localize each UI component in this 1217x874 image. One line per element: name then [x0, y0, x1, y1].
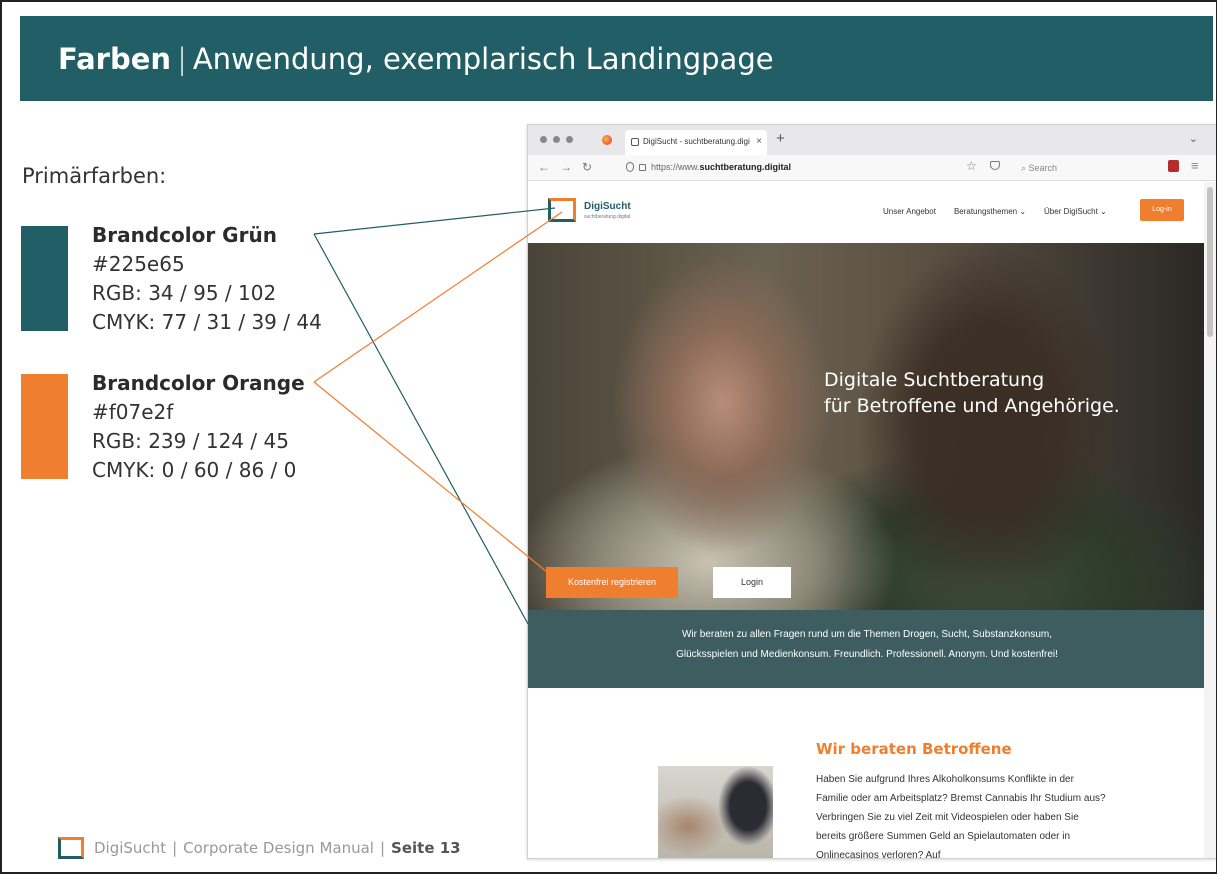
green-line-to-banner: [313, 233, 529, 625]
digisucht-logo-icon: [58, 837, 84, 859]
digisucht-logo-icon[interactable]: [548, 198, 576, 222]
shield-icon: [626, 162, 634, 172]
pocket-icon[interactable]: [990, 161, 1000, 170]
search-placeholder: Search: [1028, 163, 1058, 173]
footer-page-number: Seite 13: [391, 839, 461, 857]
color-rgb: RGB: 239 / 124 / 45: [92, 429, 289, 453]
site-nav: Unser Angebot Beratungsthemen ⌄ Über Dig…: [883, 207, 1107, 216]
header-separator: |: [177, 41, 187, 76]
scrollbar-thumb[interactable]: [1207, 187, 1213, 337]
hamburger-menu-icon[interactable]: ≡: [1191, 158, 1199, 173]
site-logo-subtitle: suchtberatung.digital: [584, 214, 631, 220]
url-prefix: https://www.: [651, 162, 700, 172]
search-input[interactable]: ⌕ Search: [1013, 158, 1138, 177]
header-title-rest: Anwendung, exemplarisch Landingpage: [192, 41, 774, 76]
color-name: Brandcolor Orange: [92, 371, 305, 395]
browser-window: DigiSucht - suchtberatung.digi × + ⌄ ← →…: [527, 124, 1216, 859]
tab-close-icon[interactable]: ×: [756, 136, 762, 147]
color-name: Brandcolor Grün: [92, 223, 277, 247]
register-button[interactable]: Kostenfrei registrieren: [546, 567, 678, 598]
swatch-orange: [21, 374, 68, 479]
url-bar[interactable]: https://www.suchtberatung.digital: [623, 158, 948, 177]
orange-line-to-button: [313, 381, 548, 573]
shield-favicon-icon: [631, 138, 639, 146]
hero-line-1: Digitale Suchtberatung: [824, 369, 1045, 391]
new-tab-icon[interactable]: +: [776, 130, 785, 147]
nav-item-themen[interactable]: Beratungsthemen ⌄: [954, 207, 1026, 216]
footer-brand: DigiSucht: [94, 839, 167, 857]
primary-colors-label: Primärfarben:: [22, 164, 167, 188]
color-cmyk: CMYK: 77 / 31 / 39 / 44: [92, 310, 322, 334]
hero-login-button[interactable]: Login: [713, 567, 791, 598]
hero-line-2: für Betroffene und Angehörige.: [824, 395, 1120, 417]
orange-line-to-logo: [313, 211, 563, 383]
slide: Farben | Anwendung, exemplarisch Landing…: [0, 0, 1217, 874]
nav-item-angebot[interactable]: Unser Angebot: [883, 207, 936, 216]
browser-tab[interactable]: DigiSucht - suchtberatung.digi ×: [625, 130, 767, 155]
website-content: DigiSucht suchtberatung.digital Unser An…: [528, 182, 1206, 859]
browser-tabbar: DigiSucht - suchtberatung.digi × + ⌄: [528, 125, 1216, 155]
url-domain: suchtberatung.digital: [699, 162, 792, 172]
color-rgb: RGB: 34 / 95 / 102: [92, 281, 277, 305]
banner-line-1: Wir beraten zu allen Fragen rund um die …: [681, 629, 1052, 640]
green-line-to-logo: [313, 207, 556, 235]
tab-title: DigiSucht - suchtberatung.digi: [643, 137, 750, 146]
section-image: [658, 766, 773, 858]
footer-separator: |: [379, 839, 386, 857]
reload-icon[interactable]: ↻: [582, 160, 592, 174]
slide-footer: DigiSucht | Corporate Design Manual | Se…: [58, 837, 461, 859]
footer-manual: Corporate Design Manual: [183, 839, 374, 857]
color-hex: #225e65: [92, 252, 185, 276]
bookmark-star-icon[interactable]: ☆: [966, 159, 977, 173]
back-arrow-icon[interactable]: ←: [538, 160, 550, 174]
site-header: DigiSucht suchtberatung.digital Unser An…: [528, 182, 1206, 243]
section-text: Haben Sie aufgrund Ihres Alkoholkonsums …: [816, 774, 1106, 859]
minimize-dot-icon[interactable]: [553, 136, 560, 143]
window-controls[interactable]: [540, 136, 573, 143]
maximize-dot-icon[interactable]: [566, 136, 573, 143]
browser-navbar: ← → ↻ https://www.suchtberatung.digital …: [528, 155, 1216, 181]
swatch-green: [21, 226, 68, 331]
site-logo-text[interactable]: DigiSucht: [584, 201, 631, 212]
extension-icon[interactable]: [1168, 160, 1179, 172]
color-info-green: Brandcolor Grün #225e65 RGB: 34 / 95 / 1…: [92, 221, 322, 337]
nav-item-about[interactable]: Über DigiSucht ⌄: [1044, 207, 1107, 216]
search-icon: ⌕: [1021, 163, 1029, 173]
header-title-bold: Farben: [58, 41, 172, 76]
color-info-orange: Brandcolor Orange #f07e2f RGB: 239 / 124…: [92, 369, 305, 485]
color-cmyk: CMYK: 0 / 60 / 86 / 0: [92, 458, 297, 482]
hero-title: Digitale Suchtberatung für Betroffene un…: [824, 367, 1120, 419]
banner-line-2: Glücksspielen und Medienkonsum. Freundli…: [676, 649, 1058, 660]
close-dot-icon[interactable]: [540, 136, 547, 143]
section-betroffene: Wir beraten Betroffene Haben Sie aufgrun…: [528, 688, 1206, 859]
firefox-icon: [602, 135, 612, 145]
slide-header: Farben | Anwendung, exemplarisch Landing…: [20, 16, 1213, 101]
info-banner: Wir beraten zu allen Fragen rund um die …: [528, 610, 1206, 688]
forward-arrow-icon[interactable]: →: [560, 160, 572, 174]
color-hex: #f07e2f: [92, 400, 174, 424]
footer-separator: |: [172, 839, 178, 857]
hero-image: Digitale Suchtberatung für Betroffene un…: [528, 243, 1206, 610]
tab-list-chevron-icon[interactable]: ⌄: [1189, 132, 1198, 145]
section-title: Wir beraten Betroffene: [816, 740, 1012, 758]
site-login-button[interactable]: Log-in: [1140, 199, 1184, 221]
lock-icon: [639, 164, 646, 171]
